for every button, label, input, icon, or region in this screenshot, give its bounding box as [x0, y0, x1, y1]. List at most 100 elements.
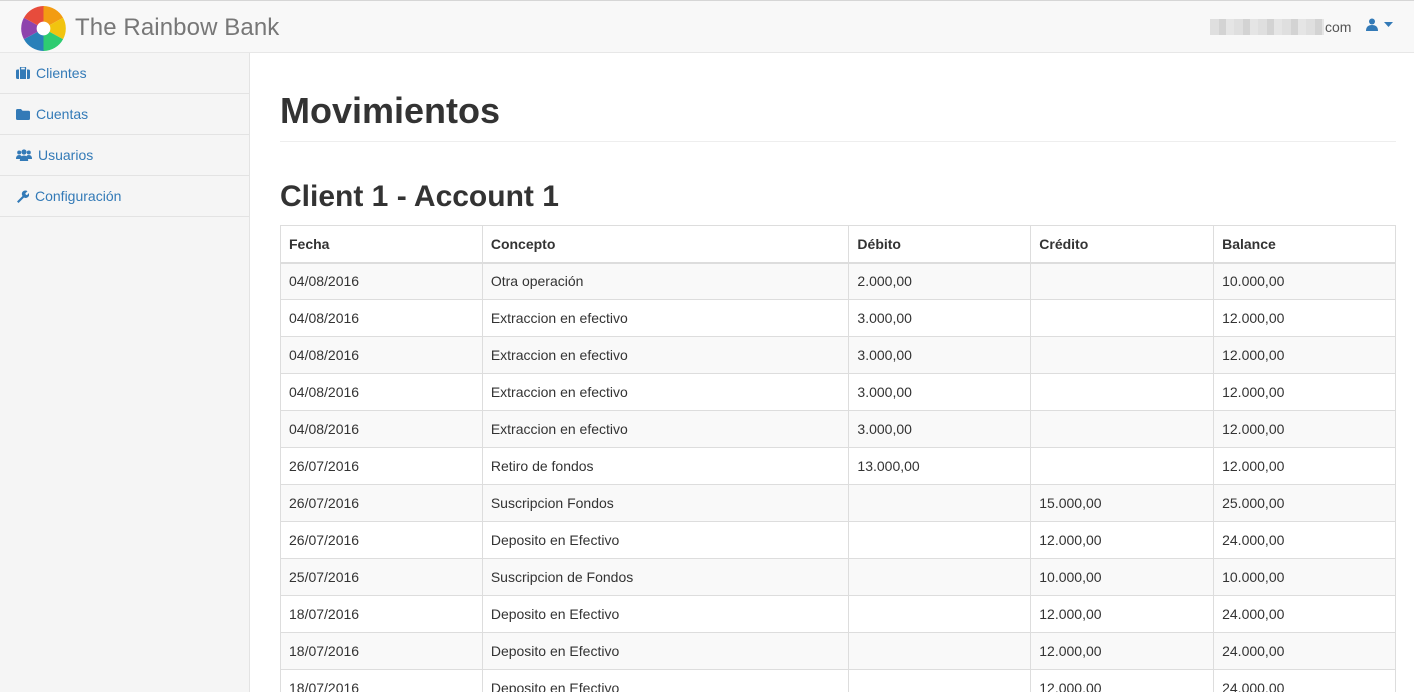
- cell-balance: 12.000,00: [1213, 410, 1396, 448]
- cell-fecha: 04/08/2016: [280, 410, 483, 448]
- cell-debito: [848, 669, 1032, 692]
- cell-fecha: 18/07/2016: [280, 669, 483, 692]
- cell-concepto: Deposito en Efectivo: [481, 632, 850, 670]
- cell-concepto: Deposito en Efectivo: [481, 669, 850, 692]
- cell-debito: 3.000,00: [848, 373, 1032, 411]
- cell-debito: [848, 484, 1032, 522]
- cell-fecha: 18/07/2016: [280, 632, 483, 670]
- sidebar-item-usuarios[interactable]: Usuarios: [0, 135, 249, 176]
- table-row: 26/07/2016 Deposito en Efectivo 12.000,00 2…: [280, 521, 1396, 559]
- cell-debito: [848, 521, 1032, 559]
- column-header-balance: Balance: [1213, 225, 1396, 264]
- brand[interactable]: The Rainbow Bank: [20, 4, 279, 52]
- brand-name: The Rainbow Bank: [75, 14, 280, 41]
- sidebar-item-configuracion[interactable]: Configuración: [0, 176, 249, 217]
- redacted-email: [1210, 19, 1324, 35]
- user-menu-toggle[interactable]: [1366, 18, 1393, 31]
- cell-concepto: Retiro de fondos: [481, 447, 850, 485]
- cell-credito: 12.000,00: [1030, 632, 1215, 670]
- table-row: 04/08/2016 Extraccion en efectivo 3.000,00…: [280, 410, 1396, 448]
- table-row: 04/08/2016 Extraccion en efectivo 3.000,00…: [280, 336, 1396, 374]
- cell-debito: 13.000,00: [848, 447, 1032, 485]
- rainbow-logo-icon: [20, 5, 67, 51]
- sidebar: Clientes Cuentas Usuarios Configuración: [0, 53, 250, 692]
- cell-balance: 12.000,00: [1213, 299, 1396, 337]
- cell-fecha: 18/07/2016: [280, 595, 483, 633]
- cell-balance: 24.000,00: [1213, 595, 1396, 633]
- cell-debito: 3.000,00: [848, 336, 1032, 374]
- cell-credito: 15.000,00: [1030, 484, 1215, 522]
- cell-credito: [1030, 336, 1215, 374]
- user-email: com: [1210, 19, 1351, 35]
- cell-concepto: Extraccion en efectivo: [481, 410, 850, 448]
- folder-icon: [16, 108, 30, 120]
- cell-fecha: 26/07/2016: [280, 484, 483, 522]
- table-row: 18/07/2016 Deposito en Efectivo 12.000,00 2…: [280, 632, 1396, 670]
- cell-fecha: 04/08/2016: [280, 336, 483, 374]
- users-icon: [16, 149, 32, 161]
- cell-concepto: Suscripcion Fondos: [481, 484, 850, 522]
- table-row: 04/08/2016 Extraccion en efectivo 3.000,00…: [280, 373, 1396, 411]
- wrench-icon: [17, 189, 29, 203]
- cell-credito: 12.000,00: [1030, 669, 1215, 692]
- cell-credito: [1030, 262, 1215, 300]
- title-divider: [280, 141, 1396, 142]
- cell-concepto: Otra operación: [481, 262, 850, 300]
- table-row: 18/07/2016 Deposito en Efectivo 12.000,00 2…: [280, 595, 1396, 633]
- column-header-credito: Crédito: [1030, 225, 1215, 264]
- cell-fecha: 04/08/2016: [280, 262, 483, 300]
- cell-balance: 24.000,00: [1213, 632, 1396, 670]
- account-title: Client 1 - Account 1: [280, 180, 559, 213]
- cell-credito: 12.000,00: [1030, 595, 1215, 633]
- sidebar-item-label: Clientes: [36, 65, 87, 81]
- cell-debito: [848, 558, 1032, 596]
- cell-balance: 24.000,00: [1213, 669, 1396, 692]
- cell-fecha: 04/08/2016: [280, 299, 483, 337]
- cell-debito: 3.000,00: [848, 410, 1032, 448]
- cell-concepto: Deposito en Efectivo: [481, 595, 850, 633]
- column-header-concepto: Concepto: [481, 225, 850, 264]
- table-row: 04/08/2016 Extraccion en efectivo 3.000,00…: [280, 299, 1396, 337]
- cell-balance: 10.000,00: [1213, 262, 1396, 300]
- cell-concepto: Extraccion en efectivo: [481, 299, 850, 337]
- table-row: 18/07/2016 Deposito en Efectivo 12.000,00 2…: [280, 669, 1396, 692]
- email-suffix: com: [1325, 19, 1352, 35]
- cell-credito: 10.000,00: [1030, 558, 1215, 596]
- caret-down-icon: [1384, 21, 1393, 27]
- cell-credito: [1030, 447, 1215, 485]
- cell-concepto: Extraccion en efectivo: [481, 336, 850, 374]
- table-header-row: Fecha Concepto Débito Crédito Balance: [280, 225, 1396, 264]
- cell-credito: [1030, 373, 1215, 411]
- table-row: 26/07/2016 Retiro de fondos 13.000,00 12.00…: [280, 447, 1396, 485]
- cell-balance: 12.000,00: [1213, 373, 1396, 411]
- cell-credito: 12.000,00: [1030, 521, 1215, 559]
- cell-debito: 2.000,00: [848, 262, 1032, 300]
- table-row: 25/07/2016 Suscripcion de Fondos 10.000,00…: [280, 558, 1396, 596]
- sidebar-item-label: Usuarios: [38, 147, 94, 163]
- cell-fecha: 04/08/2016: [280, 373, 483, 411]
- cell-debito: 3.000,00: [848, 299, 1032, 337]
- cell-balance: 12.000,00: [1213, 447, 1396, 485]
- cell-concepto: Deposito en Efectivo: [481, 521, 850, 559]
- cell-fecha: 26/07/2016: [280, 521, 483, 559]
- column-header-debito: Débito: [848, 225, 1032, 264]
- cell-concepto: Suscripcion de Fondos: [481, 558, 850, 596]
- sidebar-item-cuentas[interactable]: Cuentas: [0, 94, 249, 135]
- cell-concepto: Extraccion en efectivo: [481, 373, 850, 411]
- sidebar-item-clientes[interactable]: Clientes: [0, 53, 249, 94]
- top-navbar: The Rainbow Bank com: [0, 0, 1414, 53]
- cell-balance: 24.000,00: [1213, 521, 1396, 559]
- sidebar-item-label: Configuración: [35, 188, 122, 204]
- sidebar-item-label: Cuentas: [36, 106, 89, 122]
- table-row: 04/08/2016 Otra operación 2.000,00 10.000,0…: [280, 262, 1396, 300]
- cell-balance: 10.000,00: [1213, 558, 1396, 596]
- cell-balance: 25.000,00: [1213, 484, 1396, 522]
- column-header-fecha: Fecha: [280, 225, 483, 264]
- cell-debito: [848, 632, 1032, 670]
- cell-fecha: 25/07/2016: [280, 558, 483, 596]
- page-title: Movimientos: [280, 90, 501, 131]
- cell-credito: [1030, 410, 1215, 448]
- briefcase-icon: [16, 67, 30, 79]
- table-row: 26/07/2016 Suscripcion Fondos 15.000,00 25.…: [280, 484, 1396, 522]
- cell-fecha: 26/07/2016: [280, 447, 483, 485]
